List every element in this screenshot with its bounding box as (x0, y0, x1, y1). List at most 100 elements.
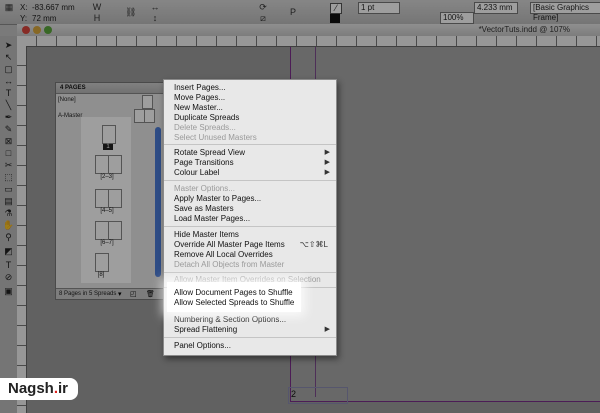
direct-selection-tool-icon[interactable]: ↖ (2, 52, 15, 62)
apply-none-icon[interactable]: ⊘ (2, 272, 15, 282)
control-bar: ▦ X: -83.667 mm Y: 72 mm W H ⛓ ↔ ↕ ⟳ ⧄ P… (0, 0, 600, 25)
minimize-window-icon[interactable] (33, 26, 41, 34)
pages-panel-context-menu: Insert Pages... Move Pages... New Master… (163, 79, 337, 356)
submenu-arrow-icon: ▶ (324, 159, 330, 166)
zoom-tool-icon[interactable]: ⚲ (2, 232, 15, 242)
menu-item-numbering-section-options[interactable]: Numbering & Section Options... (164, 315, 336, 325)
menu-separator (164, 144, 336, 145)
menu-item-allow-selected-spreads-shuffle[interactable]: Allow Selected Spreads to Shuffle (174, 298, 294, 308)
page-tool-icon[interactable]: ▢ (2, 64, 15, 74)
menu-item-panel-options[interactable]: Panel Options... (164, 341, 336, 351)
master-none-thumb[interactable] (142, 95, 153, 109)
horizontal-ruler[interactable] (17, 36, 600, 47)
gap-tool-icon[interactable]: ↔ (2, 76, 15, 86)
fill-swatch-icon[interactable]: ⁄ (330, 3, 342, 14)
pen-tool-icon[interactable]: ✒ (2, 112, 15, 122)
width-icon: W (92, 2, 102, 12)
page-number-frame[interactable] (288, 387, 348, 404)
menu-item-override-all-master-items[interactable]: Override All Master Page Items ⌥⇧⌘L (164, 240, 336, 250)
menu-item-duplicate-spreads[interactable]: Duplicate Spreads (164, 113, 336, 123)
new-page-icon[interactable]: ◰ (130, 290, 137, 298)
submenu-arrow-icon: ▶ (324, 326, 330, 333)
menu-item-apply-master[interactable]: Apply Master to Pages... (164, 194, 336, 204)
scale-y-icon[interactable]: ↕ (150, 14, 160, 23)
page-thumb-6[interactable] (95, 221, 109, 240)
reference-point-icon[interactable]: ▦ (4, 3, 14, 12)
document-title: *VectorTuts.indd @ 107% (478, 25, 570, 34)
menu-item-allow-document-pages-shuffle[interactable]: Allow Document Pages to Shuffle (174, 288, 293, 298)
master-a-label[interactable]: A-Master (58, 113, 82, 119)
formatting-affects-icon[interactable]: T (2, 260, 15, 270)
note-tool-icon[interactable]: ▤ (2, 196, 15, 206)
menu-item-master-options: Master Options... (174, 184, 235, 193)
x-field[interactable]: -83.667 mm (32, 3, 87, 12)
menu-item-rotate-spread-view[interactable]: Rotate Spread View ▶ (164, 148, 336, 158)
constrain-icon[interactable]: ⛓ (125, 8, 136, 17)
menu-item-remove-local-overrides[interactable]: Remove All Local Overrides (164, 250, 336, 260)
menu-item-spread-flattening[interactable]: Spread Flattening ▶ (164, 325, 336, 335)
rectangle-tool-icon[interactable]: □ (2, 148, 15, 158)
stroke-swatch-icon[interactable] (330, 14, 340, 23)
menu-item-load-master-pages[interactable]: Load Master Pages... (164, 214, 336, 224)
gradient-tool-icon[interactable]: ▭ (2, 184, 15, 194)
menu-item-detach-all-objects: Detach All Objects from Master (174, 260, 285, 269)
flip-icon[interactable]: P (288, 8, 298, 17)
menu-item-page-transitions[interactable]: Page Transitions ▶ (164, 158, 336, 168)
menu-item-delete-spreads: Delete Spreads... (174, 123, 236, 132)
watermark-text: Nagsh.ir (8, 380, 69, 397)
master-none-label[interactable]: [None] (58, 97, 76, 103)
page-thumb-7[interactable] (108, 221, 122, 240)
menu-item-colour-label[interactable]: Colour Label ▶ (164, 168, 336, 178)
type-tool-icon[interactable]: T (2, 88, 15, 98)
spread-caption-1: 1 (103, 144, 113, 150)
opacity-field[interactable]: 100% (440, 12, 474, 24)
pages-panel-scrollbar[interactable] (155, 127, 161, 277)
pages-count-text: 8 Pages in 5 Spreads (59, 291, 117, 297)
line-tool-icon[interactable]: ╲ (2, 100, 15, 110)
page-thumb-3[interactable] (108, 155, 122, 174)
vertical-ruler[interactable] (17, 46, 27, 413)
menu-item-save-as-masters[interactable]: Save as Masters (164, 204, 336, 214)
pages-panel-tab[interactable]: 4 PAGES (56, 83, 164, 94)
shear-icon[interactable]: ⧄ (258, 14, 268, 23)
page-thumb-8[interactable] (95, 253, 109, 272)
page-number-text: 2 (291, 389, 297, 399)
y-field[interactable]: 72 mm (32, 14, 87, 23)
object-style-dropdown[interactable]: [Basic Graphics Frame] (530, 2, 600, 22)
rectangle-frame-tool-icon[interactable]: ⊠ (2, 136, 15, 146)
eyedropper-tool-icon[interactable]: ⚗ (2, 208, 15, 218)
menu-item-move-pages[interactable]: Move Pages... (164, 93, 336, 103)
pages-panel-footer: 8 Pages in 5 Spreads ▾ ◰ 🗑 (56, 288, 164, 299)
submenu-arrow-icon: ▶ (324, 149, 330, 156)
fill-stroke-icon[interactable]: ◩ (2, 246, 15, 256)
page-thumb-4[interactable] (95, 189, 109, 208)
page-thumb-2[interactable] (95, 155, 109, 174)
master-a-thumb-right[interactable] (144, 109, 155, 123)
hand-tool-icon[interactable]: ✋ (2, 220, 15, 230)
menu-item-new-master[interactable]: New Master... (164, 103, 336, 113)
rotate-icon[interactable]: ⟳ (258, 3, 268, 12)
scale-x-icon[interactable]: ↔ (150, 3, 160, 12)
spread-caption-2: [2–3] (100, 174, 114, 180)
page-thumb-1[interactable] (102, 125, 116, 144)
size-field[interactable]: 4.233 mm (474, 2, 518, 14)
menu-item-insert-pages[interactable]: Insert Pages... (164, 83, 336, 93)
free-transform-tool-icon[interactable]: ⬚ (2, 172, 15, 182)
close-window-icon[interactable] (22, 26, 30, 34)
pages-panel: 4 PAGES [None] A-Master 1 [2–3] [4–5] [6… (55, 82, 165, 300)
selection-tool-icon[interactable]: ➤ (2, 40, 15, 50)
screen-mode-icon[interactable]: ▣ (2, 286, 15, 296)
menu-separator (164, 226, 336, 227)
spread-caption-3: [4–5] (100, 208, 114, 214)
spread-caption-4: [6–7] (100, 240, 114, 246)
zoom-window-icon[interactable] (44, 26, 52, 34)
edit-page-size-icon[interactable]: ▾ (118, 290, 122, 298)
menu-item-select-unused-masters: Select Unused Masters (174, 133, 257, 142)
delete-page-icon[interactable]: 🗑 (146, 290, 155, 298)
page-thumb-5[interactable] (108, 189, 122, 208)
scissors-tool-icon[interactable]: ✂ (2, 160, 15, 170)
menu-item-hide-master-items[interactable]: Hide Master Items (164, 230, 336, 240)
stroke-weight-field[interactable]: 1 pt (358, 2, 400, 14)
pencil-tool-icon[interactable]: ✎ (2, 124, 15, 134)
spreads-area: 1 [2–3] [4–5] [6–7] [8] (81, 117, 131, 283)
